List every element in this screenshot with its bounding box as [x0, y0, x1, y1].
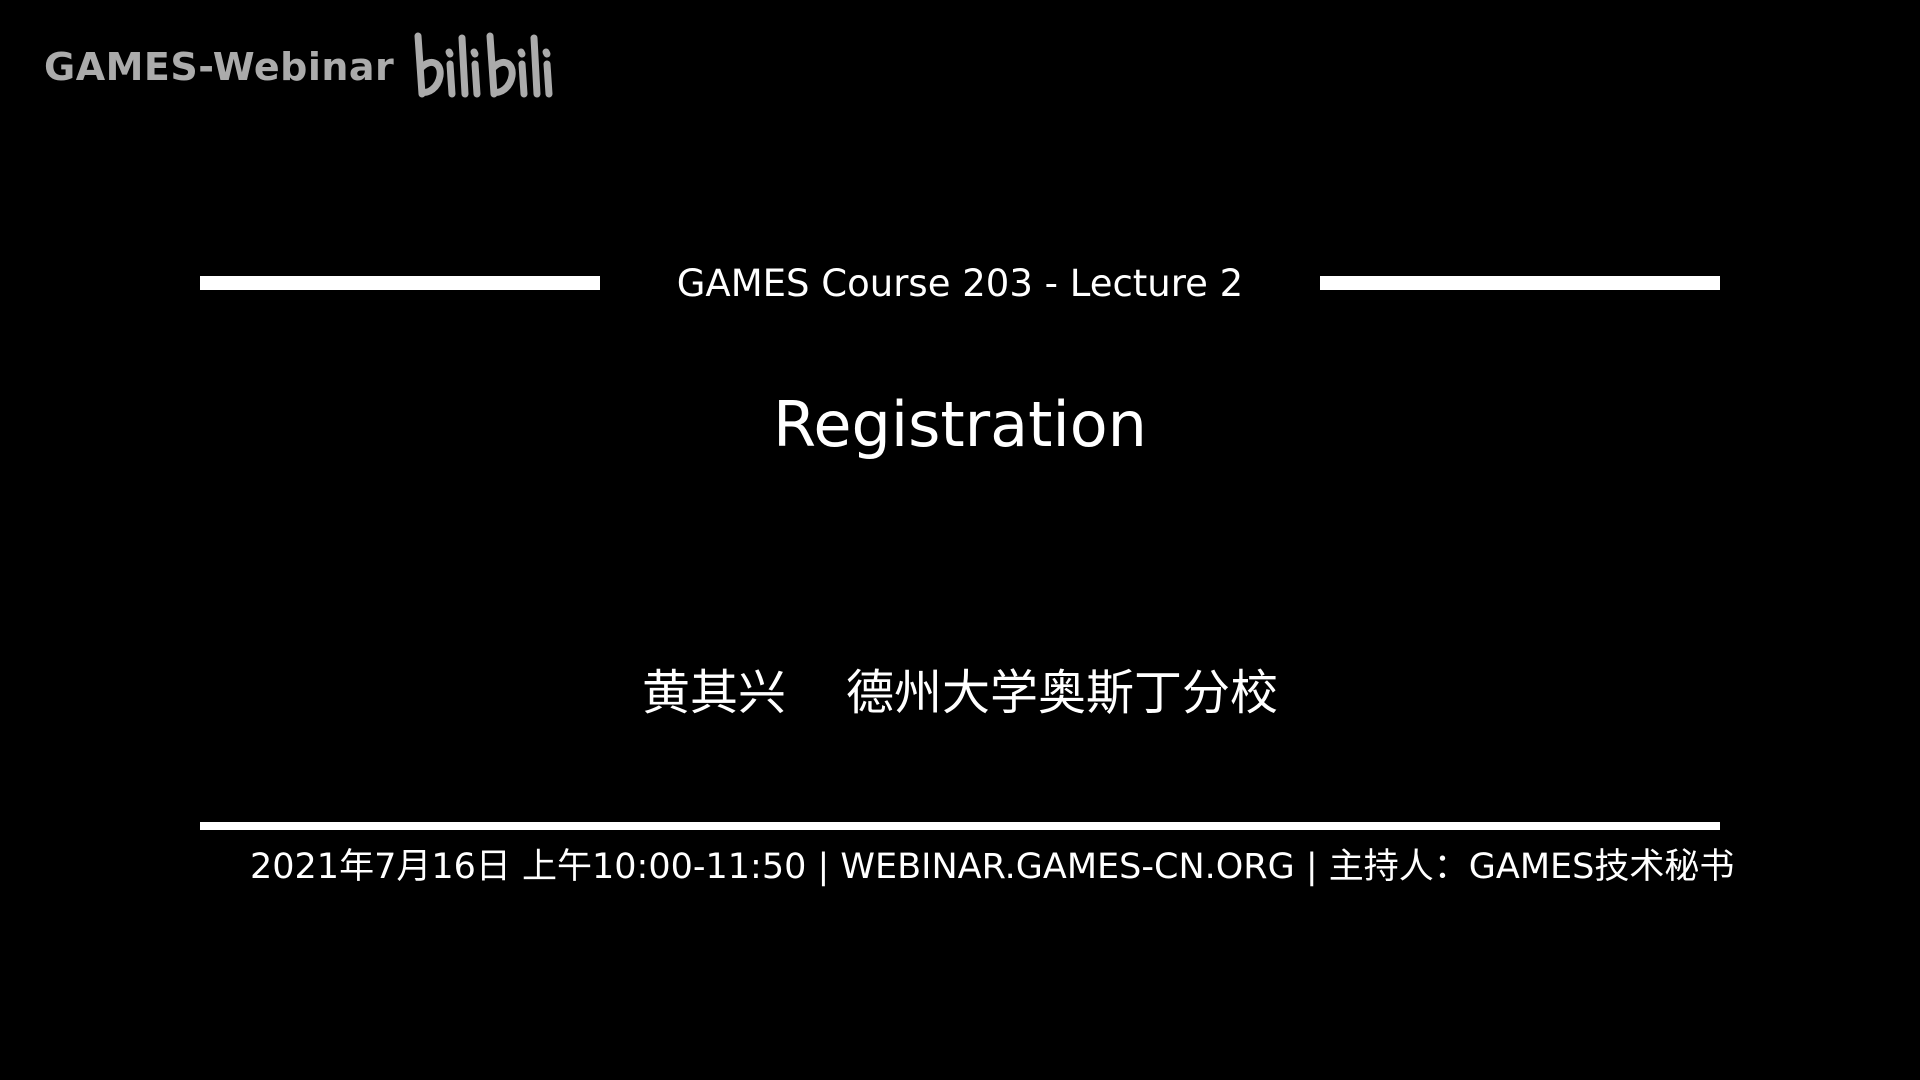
course-label: GAMES Course 203 - Lecture 2 — [676, 262, 1244, 305]
lecture-title: Registration — [773, 388, 1147, 461]
session-info: 2021年7月16日 上午10:00-11:50 | WEBINAR.GAMES… — [250, 847, 1735, 887]
bilibili-logo-icon — [414, 32, 553, 98]
title-rule-right — [1320, 276, 1720, 290]
video-frame: GAMES-Webinar GAMES Course 203 - Lecture… — [0, 0, 1920, 1080]
footer-rule — [200, 822, 1720, 830]
speaker-name: 黄其兴 — [641, 665, 786, 721]
title-rule-left — [200, 276, 600, 290]
channel-watermark: GAMES-Webinar — [44, 28, 558, 106]
channel-name: GAMES-Webinar — [44, 45, 395, 89]
speaker-affiliation: 德州大学奥斯丁分校 — [846, 665, 1279, 721]
speaker-line: 黄其兴 德州大学奥斯丁分校 — [400, 660, 1520, 726]
